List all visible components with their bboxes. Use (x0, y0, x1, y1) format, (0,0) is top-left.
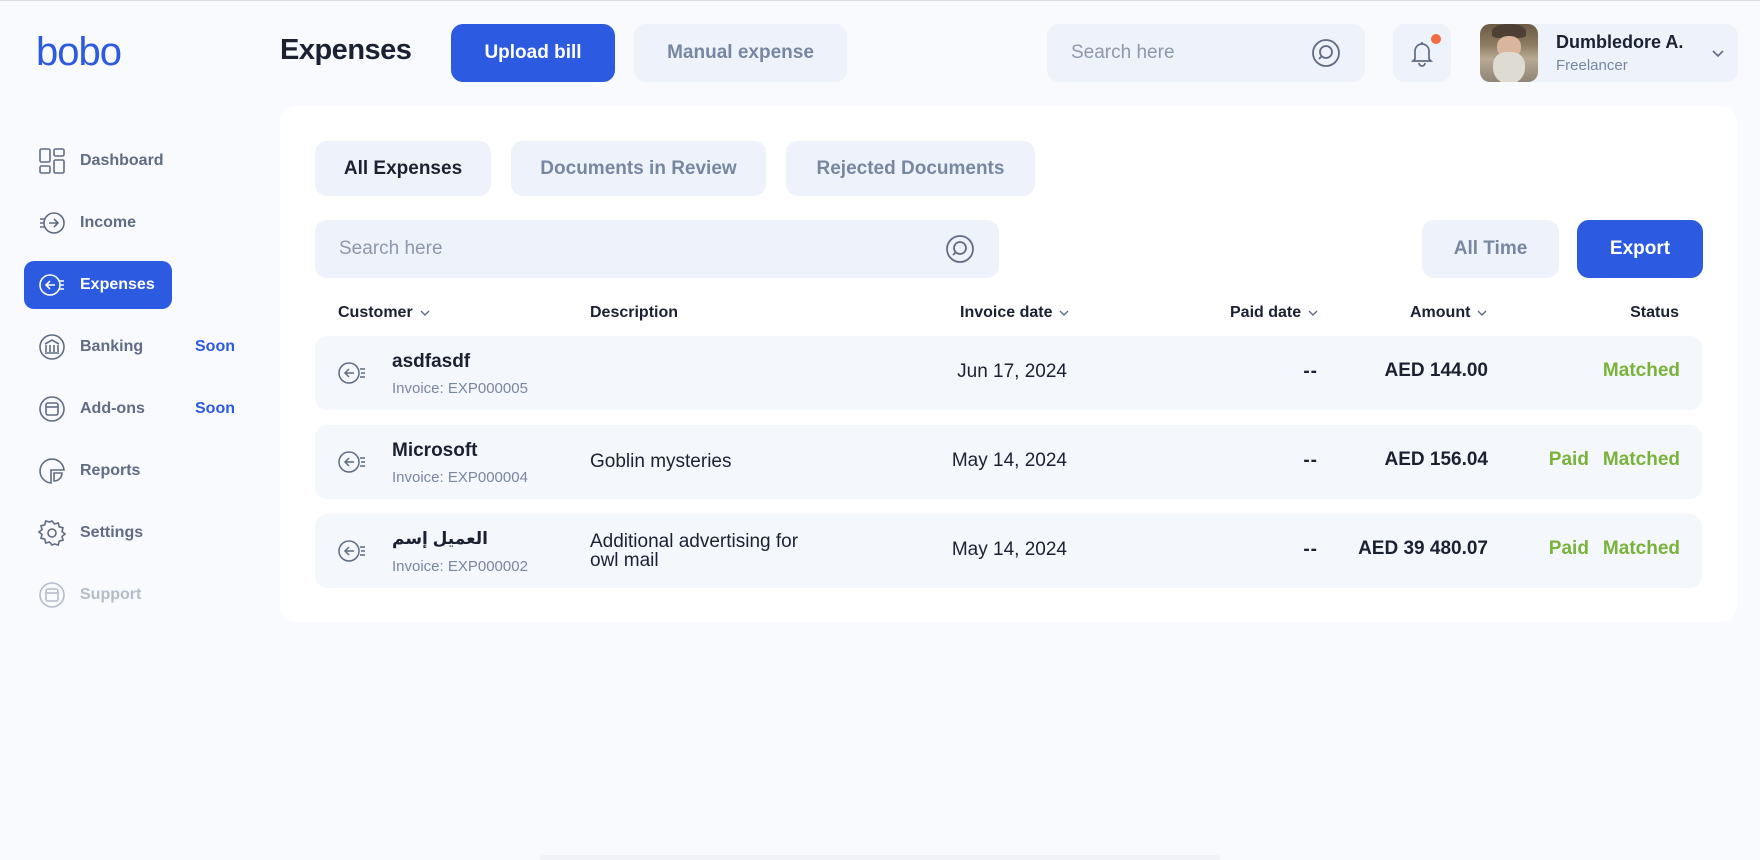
expenses-panel: All Expenses Documents in Review Rejecte… (280, 106, 1737, 622)
sidebar-item-banking[interactable]: Banking (24, 323, 172, 371)
invoice-number: Invoice: EXP000004 (392, 469, 528, 486)
description: Additional advertising for owl mail (590, 531, 799, 571)
period-filter-button[interactable]: All Time (1422, 220, 1559, 278)
upload-bill-button[interactable]: Upload bill (451, 24, 615, 82)
sidebar-item-addons[interactable]: Add-ons (24, 385, 172, 433)
avatar (1480, 24, 1538, 82)
sidebar-item-dashboard[interactable]: Dashboard (24, 137, 172, 185)
chevron-down-icon (1477, 310, 1487, 316)
sidebar-item-label: Reports (80, 462, 141, 479)
table-row[interactable]: Microsoft Invoice: EXP000004 Goblin myst… (315, 425, 1702, 499)
search-icon[interactable] (1311, 38, 1341, 68)
amount: AED 144.00 (1384, 360, 1488, 381)
status-group: Paid Matched (1549, 449, 1680, 471)
chevron-down-icon (420, 310, 430, 316)
soon-badge: Soon (195, 400, 235, 417)
search-icon[interactable] (945, 234, 975, 264)
sidebar-item-label: Dashboard (80, 152, 164, 169)
app-logo[interactable]: bobo (36, 30, 122, 75)
sidebar-item-income[interactable]: Income (24, 199, 172, 247)
status-badge: Matched (1602, 360, 1680, 381)
addons-icon (38, 395, 66, 423)
column-header-status: Status (1630, 304, 1679, 321)
invoice-date: Jun 17, 2024 (957, 361, 1067, 382)
expense-icon (338, 362, 365, 384)
status-group: Matched (1589, 360, 1680, 382)
sidebar-item-label: Add-ons (80, 400, 145, 417)
user-role: Freelancer (1556, 57, 1628, 74)
chevron-down-icon (1308, 310, 1318, 316)
tab-documents-in-review[interactable]: Documents in Review (511, 141, 766, 196)
description: Goblin mysteries (590, 451, 732, 472)
dashboard-icon (38, 147, 66, 175)
table-row[interactable]: asdfasdf Invoice: EXP000005 Jun 17, 2024… (315, 336, 1702, 410)
paid-badge: Paid (1548, 449, 1589, 470)
gear-icon (38, 519, 66, 547)
status-group: Paid Matched (1549, 538, 1680, 560)
chevron-down-icon (1059, 310, 1069, 316)
sidebar-item-support[interactable]: Support (24, 571, 172, 619)
customer-name: Microsoft (392, 440, 478, 461)
global-search (1047, 24, 1365, 82)
tab-all-expenses[interactable]: All Expenses (315, 141, 491, 196)
expenses-search (315, 220, 999, 278)
bank-icon (38, 333, 66, 361)
paid-date: -- (1303, 450, 1318, 471)
expenses-search-input[interactable] (339, 238, 945, 260)
tab-rejected-documents[interactable]: Rejected Documents (786, 141, 1035, 196)
expense-icon (338, 540, 365, 562)
soon-badge: Soon (195, 338, 235, 355)
amount: AED 156.04 (1384, 449, 1488, 470)
export-button[interactable]: Export (1577, 220, 1703, 278)
status-badge: Matched (1602, 449, 1680, 470)
customer-name: asdfasdf (392, 351, 471, 372)
expense-icon (338, 451, 365, 473)
sidebar-item-label: Banking (80, 338, 144, 355)
column-header-description: Description (590, 304, 679, 321)
amount: AED 39 480.07 (1358, 538, 1488, 559)
paid-date: -- (1303, 361, 1318, 382)
paid-badge: Paid (1548, 538, 1589, 559)
column-header-invoice-date[interactable]: Invoice date (960, 304, 1070, 322)
bottom-bar (540, 855, 1220, 860)
income-icon (38, 209, 66, 237)
invoice-number: Invoice: EXP000002 (392, 558, 528, 575)
user-menu[interactable]: Dumbledore A. Freelancer (1480, 24, 1738, 82)
column-header-paid-date[interactable]: Paid date (1230, 304, 1319, 322)
sidebar-item-label: Income (80, 214, 137, 231)
customer-name: العميل إسم (392, 529, 488, 548)
invoice-date: May 14, 2024 (951, 450, 1067, 471)
page-title: Expenses (280, 34, 412, 66)
global-search-input[interactable] (1071, 42, 1311, 64)
notification-dot (1431, 34, 1441, 44)
chevron-down-icon (1712, 50, 1724, 58)
sidebar-item-label: Support (80, 586, 142, 603)
sidebar-item-reports[interactable]: Reports (24, 447, 172, 495)
expenses-icon (38, 271, 66, 299)
manual-expense-button[interactable]: Manual expense (634, 24, 847, 82)
paid-date: -- (1303, 539, 1318, 560)
sidebar-item-label: Expenses (80, 276, 155, 293)
user-name: Dumbledore A. (1556, 32, 1684, 52)
sidebar-item-expenses[interactable]: Expenses (24, 261, 172, 309)
sidebar-item-settings[interactable]: Settings (24, 509, 172, 557)
column-header-amount[interactable]: Amount (1410, 304, 1488, 322)
sidebar-item-label: Settings (80, 524, 144, 541)
status-badge: Matched (1602, 538, 1680, 559)
support-icon (38, 581, 66, 609)
column-header-customer[interactable]: Customer (338, 304, 431, 322)
invoice-date: May 14, 2024 (951, 539, 1067, 560)
top-divider (0, 0, 1760, 1)
invoice-number: Invoice: EXP000005 (392, 380, 528, 397)
notifications-button[interactable] (1393, 24, 1451, 82)
table-row[interactable]: العميل إسم Invoice: EXP000002 Additional… (315, 514, 1702, 588)
reports-icon (38, 457, 66, 485)
